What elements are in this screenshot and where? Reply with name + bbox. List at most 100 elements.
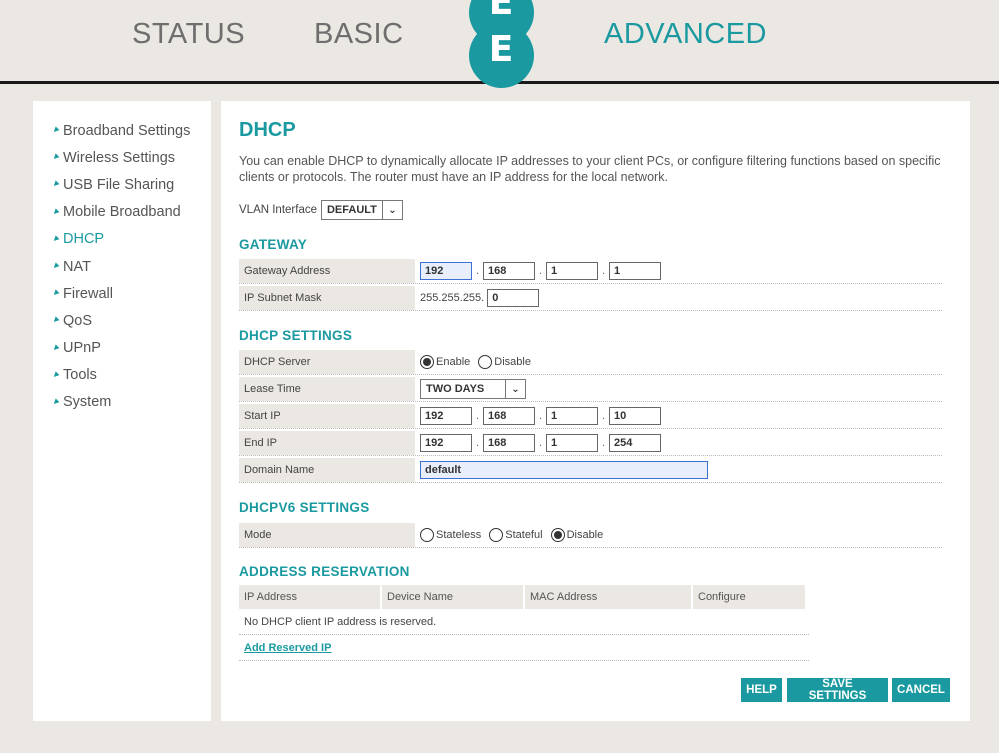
reservation-table: IP Address Device Name MAC Address Confi…: [239, 585, 809, 661]
sidebar-item-dhcp[interactable]: ▼ DHCP: [33, 226, 211, 253]
dhcp-server-label: DHCP Server: [239, 350, 415, 374]
nav-advanced[interactable]: ADVANCED: [604, 18, 767, 51]
sidebar-item-label: System: [63, 394, 112, 411]
sidebar-item-broadband-settings[interactable]: ▼ Broadband Settings: [33, 117, 211, 144]
dhcpv6-stateful-label: Stateful: [505, 529, 543, 541]
arrow-icon: ▼: [49, 123, 63, 137]
domain-name-row: Domain Name default: [239, 458, 942, 483]
dhcpv6-mode-label: Mode: [239, 523, 415, 547]
nav-status[interactable]: STATUS: [132, 18, 245, 51]
logo-letter-bottom: E: [488, 29, 515, 70]
subnet-mask-row: IP Subnet Mask 255.255.255. 0: [239, 286, 942, 311]
start-ip-octet-2[interactable]: 168: [483, 407, 535, 425]
sidebar: ▼ Broadband Settings ▼ Wireless Settings ▼…: [33, 101, 211, 721]
radio-selected-icon: [550, 528, 565, 542]
arrow-icon: ▼: [49, 367, 63, 382]
gateway-ip-octet-1[interactable]: 192: [420, 262, 472, 280]
arrow-icon: ▼: [49, 150, 63, 164]
vlan-interface-row: VLAN Interface DEFAULT ⌄: [239, 200, 403, 220]
dhcpv6-mode-row: Mode Stateless Stateful Disable: [239, 523, 942, 548]
radio-unselected-icon: [478, 355, 493, 369]
sidebar-item-upnp[interactable]: ▼ UPnP: [33, 335, 211, 362]
start-ip-octet-4[interactable]: 10: [609, 407, 661, 425]
sidebar-item-label: QoS: [63, 312, 93, 329]
column-header-configure: Configure: [693, 585, 805, 609]
dhcp-server-enable-label: Enable: [436, 356, 471, 368]
arrow-icon: ▼: [49, 177, 63, 191]
start-ip-octet-1[interactable]: 192: [420, 407, 472, 425]
dhcp-server-disable-radio[interactable]: Disable: [478, 355, 531, 369]
arrow-icon: ▼: [49, 286, 63, 300]
sidebar-item-label: Firewall: [63, 285, 113, 302]
radio-unselected-icon: [420, 528, 434, 542]
sidebar-item-label: UPnP: [63, 340, 101, 357]
sidebar-item-label: USB File Sharing: [63, 176, 175, 193]
vlan-interface-label: VLAN Interface: [239, 204, 317, 216]
end-ip-row: End IP 192. 168. 1. 254: [239, 431, 942, 456]
dhcpv6-stateful-radio[interactable]: Stateful: [489, 528, 543, 542]
arrow-icon: ▼: [49, 395, 63, 409]
lease-time-row: Lease Time TWO DAYS ⌄: [239, 377, 942, 402]
top-navigation-bar: STATUS BASIC E E ADVANCED: [0, 0, 999, 88]
reservation-table-header: IP Address Device Name MAC Address Confi…: [239, 585, 809, 609]
nav-basic[interactable]: BASIC: [314, 18, 404, 51]
sidebar-item-label: NAT: [63, 258, 91, 275]
arrow-icon: ▼: [49, 259, 63, 273]
vlan-interface-select[interactable]: DEFAULT ⌄: [320, 200, 403, 220]
add-reserved-ip-link[interactable]: Add Reserved IP: [244, 642, 331, 654]
sidebar-item-mobile-broadband[interactable]: ▼ Mobile Broadband: [33, 199, 211, 226]
gateway-ip-octet-3[interactable]: 1: [546, 262, 598, 280]
arrow-icon: ▼: [49, 340, 63, 355]
radio-selected-icon: [420, 355, 434, 369]
help-button[interactable]: HELP: [741, 678, 782, 702]
end-ip-octet-4[interactable]: 254: [609, 434, 661, 452]
dhcpv6-disable-radio[interactable]: Disable: [550, 528, 603, 542]
sidebar-item-system[interactable]: ▼ System: [33, 389, 211, 416]
end-ip-octet-1[interactable]: 192: [420, 434, 472, 452]
sidebar-item-usb-file-sharing[interactable]: ▼ USB File Sharing: [33, 171, 211, 198]
subnet-mask-last-octet[interactable]: 0: [487, 289, 540, 307]
dhcpv6-stateless-radio[interactable]: Stateless: [420, 528, 481, 542]
sidebar-item-tools[interactable]: ▼ Tools: [33, 362, 211, 389]
dhcpv6-settings-section-title: DHCPV6 SETTINGS: [239, 500, 370, 515]
lease-time-label: Lease Time: [239, 377, 415, 401]
sidebar-item-label: Wireless Settings: [63, 149, 176, 166]
end-ip-octet-3[interactable]: 1: [546, 434, 598, 452]
chevron-down-icon: ⌄: [381, 201, 402, 219]
start-ip-row: Start IP 192. 168. 1. 10: [239, 404, 942, 429]
end-ip-label: End IP: [239, 431, 415, 455]
arrow-icon: ▼: [49, 313, 63, 327]
sidebar-item-wireless-settings[interactable]: ▼ Wireless Settings: [33, 144, 211, 171]
radio-unselected-icon: [489, 528, 504, 542]
save-settings-button[interactable]: SAVE SETTINGS: [787, 678, 888, 702]
gateway-ip-octet-4[interactable]: 1: [609, 262, 661, 280]
dhcp-settings-section-title: DHCP SETTINGS: [239, 328, 353, 343]
subnet-mask-label: IP Subnet Mask: [239, 286, 415, 310]
sidebar-item-qos[interactable]: ▼ QoS: [33, 307, 211, 334]
reservation-empty-message: No DHCP client IP address is reserved.: [239, 609, 809, 635]
arrow-icon: ▼: [49, 231, 63, 246]
vlan-interface-value: DEFAULT: [326, 204, 377, 216]
cancel-button[interactable]: CANCEL: [892, 678, 950, 702]
page-title: DHCP: [239, 119, 296, 141]
page-description: You can enable DHCP to dynamically alloc…: [239, 154, 941, 184]
address-reservation-section-title: ADDRESS RESERVATION: [239, 564, 410, 579]
column-header-mac-address: MAC Address: [525, 585, 691, 609]
arrow-icon: ▼: [49, 204, 63, 219]
start-ip-octet-3[interactable]: 1: [546, 407, 598, 425]
main-panel: DHCP You can enable DHCP to dynamically …: [221, 101, 970, 721]
sidebar-item-nat[interactable]: ▼ NAT: [33, 253, 211, 280]
end-ip-octet-2[interactable]: 168: [483, 434, 535, 452]
dhcp-server-enable-radio[interactable]: Enable: [420, 355, 470, 369]
dhcp-server-disable-label: Disable: [494, 356, 531, 368]
gateway-ip-octet-2[interactable]: 168: [483, 262, 535, 280]
domain-name-input[interactable]: default: [420, 461, 708, 479]
dhcpv6-stateless-label: Stateless: [436, 529, 482, 541]
lease-time-select[interactable]: TWO DAYS ⌄: [420, 379, 526, 399]
sidebar-item-label: Tools: [63, 367, 97, 384]
subnet-mask-prefix: 255.255.255.: [420, 292, 485, 304]
start-ip-label: Start IP: [239, 404, 415, 428]
sidebar-item-firewall[interactable]: ▼ Firewall: [33, 280, 211, 307]
column-header-device-name: Device Name: [382, 585, 523, 609]
column-header-ip-address: IP Address: [239, 585, 380, 609]
